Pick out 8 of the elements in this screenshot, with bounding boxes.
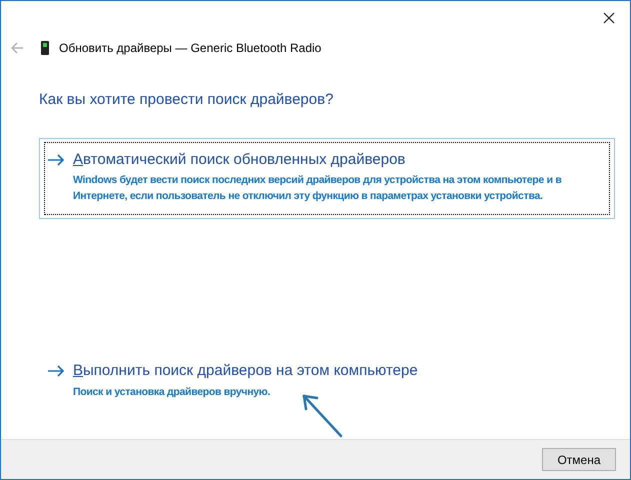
window-title: Обновить драйверы — Generic Bluetooth Radio xyxy=(59,40,322,57)
heading: Как вы хотите провести поиск драйверов? xyxy=(39,90,334,110)
option-title: Автоматический поиск обновленных драйверов xyxy=(73,150,406,170)
cancel-button[interactable]: Отмена xyxy=(542,448,616,471)
option-card[interactable]: Выполнить поиск драйверов на этом компьютере Поиск и установка драйверов вручную. xyxy=(39,349,615,414)
option-description: Поиск и установка драйверов вручную. xyxy=(73,384,272,400)
option-title: Выполнить поиск драйверов на этом компьютере xyxy=(73,361,418,381)
option-description: Windows будет вести поиск последних версий драйверов для устройства на этом компьютере и в Интернете, если пользователь не отключил эту функцию в параметрах установки устройства. xyxy=(73,173,563,204)
